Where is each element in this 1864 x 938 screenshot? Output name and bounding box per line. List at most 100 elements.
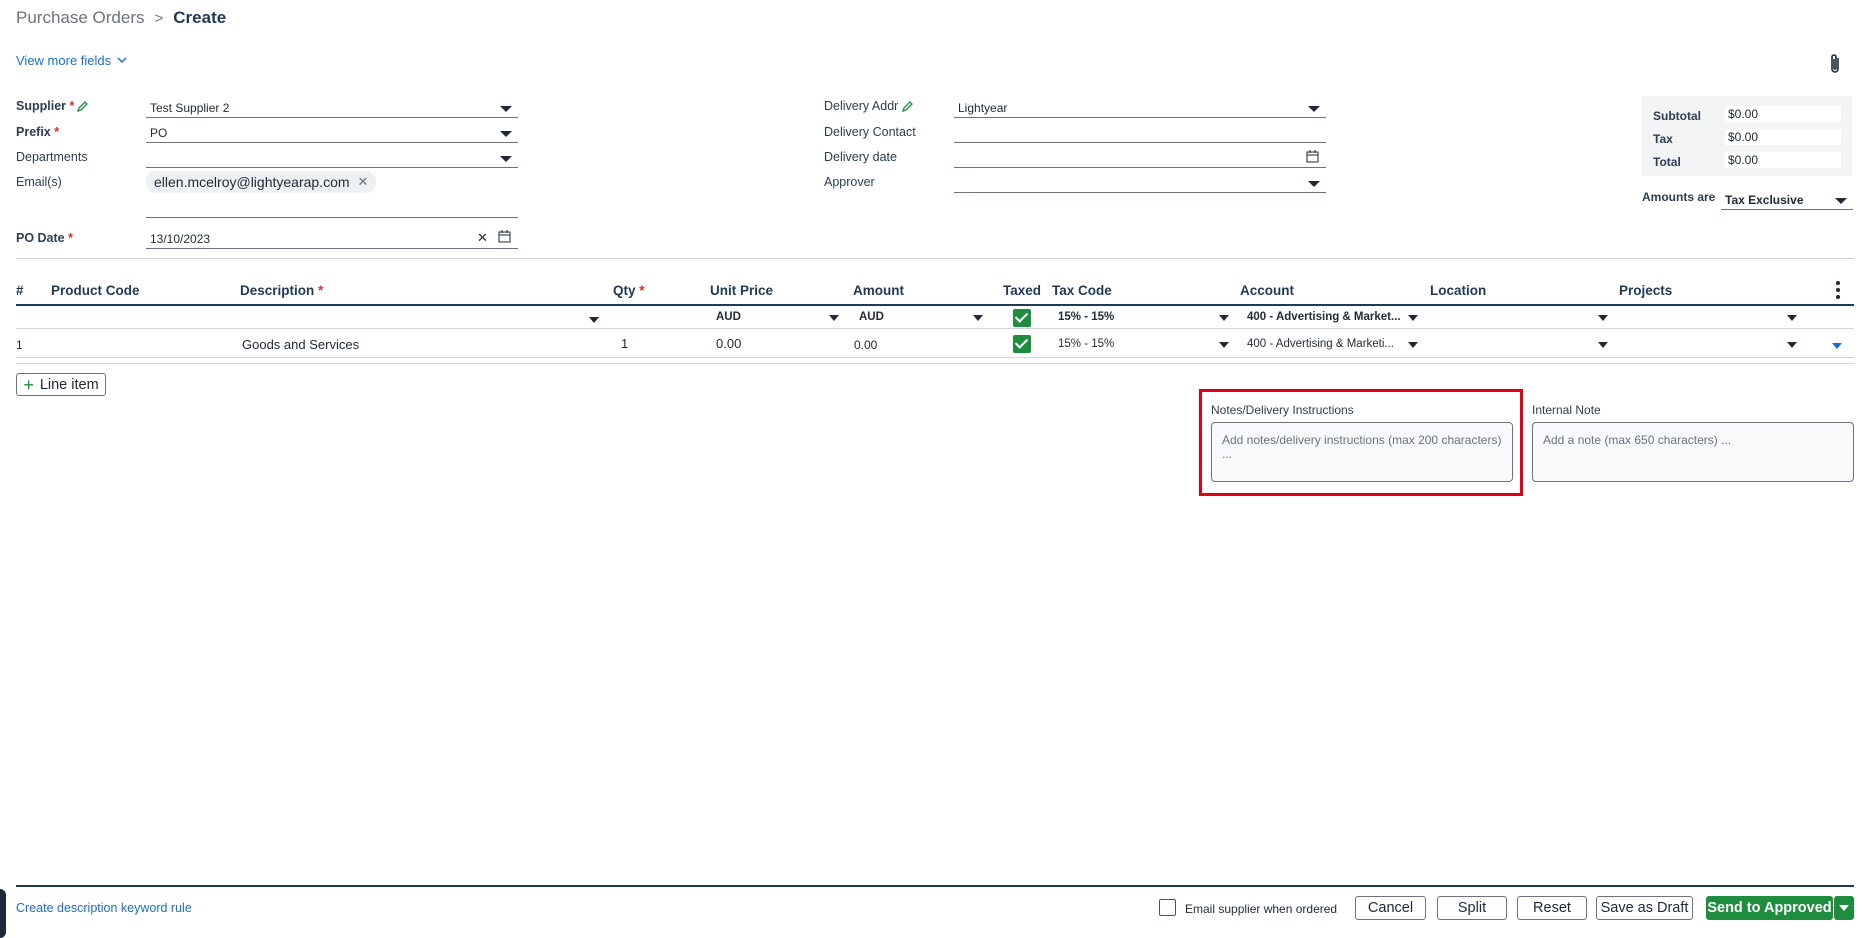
tax-label: Tax xyxy=(1653,132,1673,146)
row-projects-dropdown-icon[interactable] xyxy=(1787,342,1797,348)
row-divider xyxy=(16,357,1854,358)
send-options-button[interactable] xyxy=(1834,896,1854,920)
breadcrumb-separator: > xyxy=(154,9,164,27)
breadcrumb: Purchase Orders > Create xyxy=(16,8,226,28)
chevron-down-icon xyxy=(117,57,127,64)
col-header-qty: Qty * xyxy=(613,283,645,298)
amounts-are-select[interactable]: Tax Exclusive xyxy=(1721,190,1853,210)
col-header-amount: Amount xyxy=(853,283,904,298)
clear-date-icon[interactable]: ✕ xyxy=(477,230,488,246)
col-header-product-code: Product Code xyxy=(51,283,140,298)
account-default[interactable]: 400 - Advertising & Market... xyxy=(1247,311,1401,323)
view-more-label: View more fields xyxy=(16,53,112,68)
description-default-dropdown-icon[interactable] xyxy=(589,317,599,323)
total-value: $0.00 xyxy=(1725,152,1841,168)
reset-button[interactable]: Reset xyxy=(1517,896,1587,920)
unit-price-currency-dropdown-icon[interactable] xyxy=(829,315,839,321)
po-date-field[interactable]: 13/10/2023 xyxy=(146,229,518,249)
row-amount: 0.00 xyxy=(854,338,878,352)
prefix-select[interactable]: PO xyxy=(146,123,518,143)
breadcrumb-parent[interactable]: Purchase Orders xyxy=(16,8,145,28)
delivery-date-label: Delivery date xyxy=(824,150,897,164)
location-default-dropdown-icon[interactable] xyxy=(1598,315,1608,321)
row-account[interactable]: 400 - Advertising & Marketi... xyxy=(1247,338,1394,350)
subtotal-label: Subtotal xyxy=(1653,109,1701,123)
supplier-select[interactable]: Test Supplier 2 xyxy=(146,98,518,118)
footer-divider xyxy=(16,885,1854,887)
emails-label: Email(s) xyxy=(16,175,62,189)
calendar-icon[interactable] xyxy=(498,230,511,243)
tax-value: $0.00 xyxy=(1725,129,1841,145)
form-divider xyxy=(16,258,1854,259)
split-button[interactable]: Split xyxy=(1437,896,1507,920)
email-supplier-label: Email supplier when ordered xyxy=(1185,902,1338,916)
subtotal-value: $0.00 xyxy=(1725,106,1841,122)
paperclip-icon[interactable] xyxy=(1827,52,1843,76)
cancel-button[interactable]: Cancel xyxy=(1355,896,1426,920)
departments-label: Departments xyxy=(16,150,88,164)
approver-select[interactable] xyxy=(954,173,1326,193)
page-title: Create xyxy=(173,8,227,27)
remove-chip-icon[interactable]: ✕ xyxy=(358,174,369,190)
send-to-approved-button[interactable]: Send to Approved xyxy=(1706,896,1833,920)
email-supplier-checkbox[interactable] xyxy=(1159,899,1176,916)
pencil-icon[interactable] xyxy=(77,100,89,112)
delivery-contact-label: Delivery Contact xyxy=(824,125,916,139)
taxed-default-checkbox[interactable] xyxy=(1013,309,1031,327)
internal-note-label: Internal Note xyxy=(1532,403,1601,417)
delivery-date-field[interactable] xyxy=(954,148,1326,168)
col-header-description: Description * xyxy=(240,283,324,298)
prefix-label: Prefix * xyxy=(16,125,60,139)
side-handle[interactable] xyxy=(0,889,6,938)
row-tax-code[interactable]: 15% - 15% xyxy=(1058,338,1114,350)
row-unit-price[interactable]: 0.00 xyxy=(716,336,741,351)
col-header-taxed: Taxed xyxy=(1003,283,1042,298)
col-header-unit-price: Unit Price xyxy=(710,283,774,298)
plus-icon: + xyxy=(23,374,34,395)
row-description[interactable]: Goods and Services xyxy=(242,337,359,352)
tax-code-default-dropdown-icon[interactable] xyxy=(1219,315,1229,321)
emails-underline xyxy=(146,217,518,218)
col-header-location: Location xyxy=(1430,283,1487,298)
calendar-icon[interactable] xyxy=(1306,150,1319,163)
po-date-label: PO Date * xyxy=(16,231,73,245)
save-draft-button[interactable]: Save as Draft xyxy=(1596,896,1693,920)
row-expand-icon[interactable] xyxy=(1832,343,1842,349)
col-header-num: # xyxy=(16,283,24,298)
amount-currency[interactable]: AUD xyxy=(859,311,884,323)
highlight-box xyxy=(1199,389,1523,496)
unit-price-currency[interactable]: AUD xyxy=(716,311,741,323)
amount-currency-dropdown-icon[interactable] xyxy=(973,315,983,321)
email-chip-text: ellen.mcelroy@lightyearap.com xyxy=(154,174,350,190)
projects-default-dropdown-icon[interactable] xyxy=(1787,315,1797,321)
row-divider-2 xyxy=(16,363,1854,364)
pencil-icon[interactable] xyxy=(902,100,914,112)
row-tax-code-dropdown-icon[interactable] xyxy=(1219,342,1229,348)
header-underline xyxy=(16,304,1854,306)
account-default-dropdown-icon[interactable] xyxy=(1408,315,1418,321)
defaults-divider xyxy=(16,328,1854,329)
chevron-down-icon xyxy=(1839,905,1849,911)
view-more-fields-toggle[interactable]: View more fields xyxy=(16,53,127,68)
row-location-dropdown-icon[interactable] xyxy=(1598,342,1608,348)
tax-code-default[interactable]: 15% - 15% xyxy=(1058,311,1114,323)
internal-note-input[interactable]: Add a note (max 650 characters) ... xyxy=(1532,422,1854,482)
delivery-addr-label: Delivery Addr xyxy=(824,99,899,113)
supplier-label: Supplier * xyxy=(16,99,75,113)
amounts-are-label: Amounts are xyxy=(1642,190,1716,204)
row-qty[interactable]: 1 xyxy=(621,336,628,351)
departments-select[interactable] xyxy=(146,148,518,168)
add-line-item-label: Line item xyxy=(39,376,99,393)
row-taxed-checkbox[interactable] xyxy=(1013,335,1031,353)
table-row: 1 Goods and Services 1 0.00 0.00 15% - 1… xyxy=(16,335,1854,356)
col-header-tax-code: Tax Code xyxy=(1052,283,1112,298)
row-account-dropdown-icon[interactable] xyxy=(1408,342,1418,348)
add-line-item-button[interactable]: + Line item xyxy=(16,373,106,396)
email-chip: ellen.mcelroy@lightyearap.com ✕ xyxy=(146,171,377,193)
row-num: 1 xyxy=(16,338,23,352)
col-header-account: Account xyxy=(1240,283,1294,298)
delivery-addr-select[interactable]: Lightyear xyxy=(954,98,1326,118)
delivery-contact-field[interactable] xyxy=(954,123,1326,143)
create-keyword-rule-link[interactable]: Create description keyword rule xyxy=(16,901,192,915)
column-menu-icon[interactable] xyxy=(1836,281,1840,299)
